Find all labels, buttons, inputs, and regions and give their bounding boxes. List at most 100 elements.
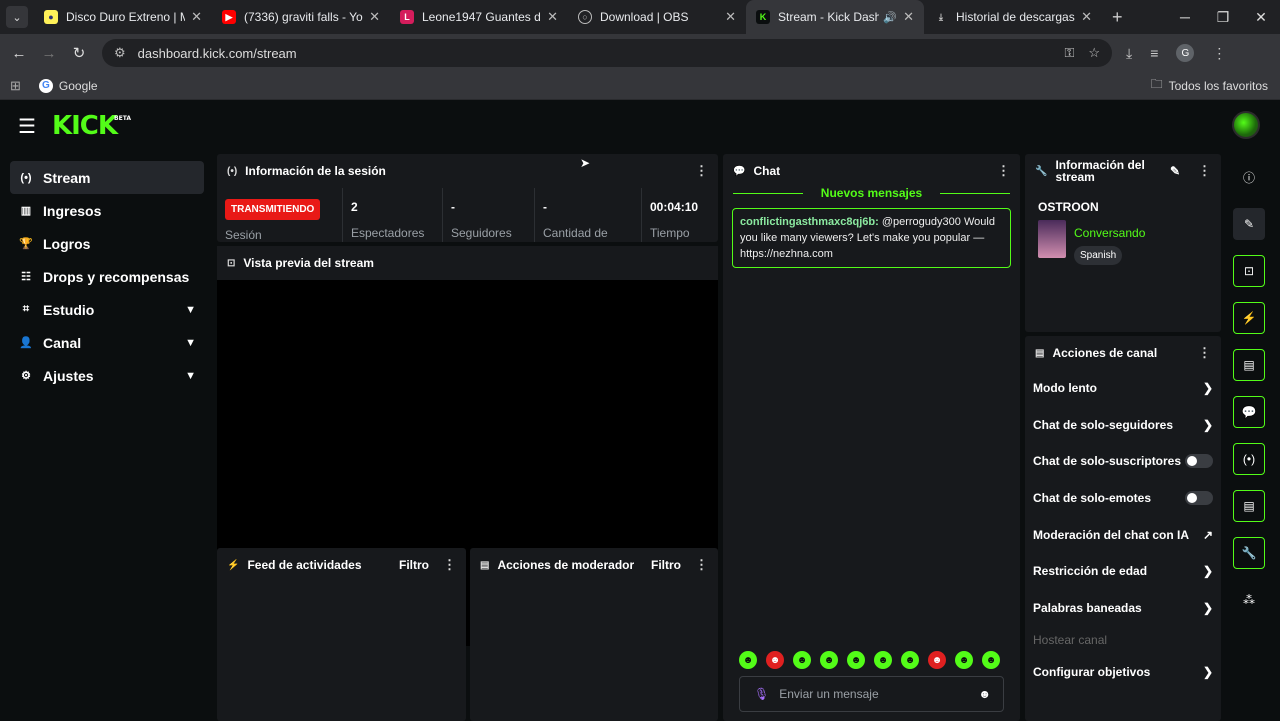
stream-title: OSTROON	[1038, 200, 1099, 214]
emote-icon[interactable]: ☻	[793, 651, 811, 669]
emote-icon[interactable]: ☻	[739, 651, 757, 669]
more-options-icon[interactable]: ⋮	[443, 557, 456, 573]
action-banned-words[interactable]: Palabras baneadas ❯	[1025, 590, 1221, 627]
chat-toggle-icon[interactable]: 💬	[1233, 396, 1265, 428]
more-options-icon[interactable]: ⋮	[695, 557, 708, 573]
edit-pencil-icon[interactable]: ✎	[1170, 164, 1180, 178]
filter-button[interactable]: Filtro	[651, 558, 681, 572]
close-tab-icon[interactable]: ✕	[547, 9, 558, 25]
info-icon[interactable]: ⓘ	[1233, 161, 1265, 193]
emote-icon[interactable]: ☻	[820, 651, 838, 669]
mod-actions-toggle-icon[interactable]: ▤	[1233, 349, 1265, 381]
minimize-icon[interactable]: ─	[1166, 9, 1204, 25]
address-bar[interactable]: ⚙ dashboard.kick.com/stream ⚿ ☆	[102, 39, 1112, 67]
action-age-restriction[interactable]: Restricción de edad ❯	[1025, 553, 1221, 590]
edit-layout-icon[interactable]: ✎	[1233, 208, 1265, 240]
stream-info-toggle-icon[interactable]: 🔧	[1233, 537, 1265, 569]
sidebar-item-drops[interactable]: ☷ Drops y recompensas	[10, 260, 204, 293]
bookmark-star-icon[interactable]: ☆	[1088, 45, 1100, 61]
hamburger-menu-icon[interactable]: ☰	[18, 114, 36, 139]
download-icon: ⤓	[939, 11, 943, 22]
new-tab-button[interactable]: +	[1112, 7, 1123, 28]
reload-icon[interactable]: ↻	[64, 44, 94, 62]
close-tab-icon[interactable]: ✕	[725, 9, 736, 25]
stream-icon: (•)	[20, 171, 32, 184]
browser-menu-icon[interactable]: ⋮	[1212, 45, 1226, 62]
browser-tab[interactable]: L Leone1947 Guantes de co ✕	[390, 0, 568, 34]
browser-tab-active[interactable]: K Stream - Kick Dashboa🔊 ✕	[746, 0, 924, 34]
browser-tab[interactable]: ⤓ Historial de descargas ✕	[924, 0, 1102, 34]
maximize-icon[interactable]: ❐	[1204, 9, 1242, 26]
browser-tab[interactable]: ▶ (7336) graviti falls - YouTub ✕	[212, 0, 390, 34]
action-slow-mode[interactable]: Modo lento ❯	[1025, 370, 1221, 407]
kick-logo[interactable]: KICK BETA	[52, 111, 131, 141]
sidebar-item-canal[interactable]: 👤 Canal ▼	[10, 326, 204, 359]
apps-grid-icon[interactable]: ⊞	[10, 78, 21, 94]
all-bookmarks-label: Todos los favoritos	[1168, 78, 1268, 93]
sidebar-item-stream[interactable]: (•) Stream	[10, 161, 204, 194]
stat-label: Sesión	[225, 228, 262, 242]
panel-title: Información del stream	[1055, 158, 1145, 184]
close-tab-icon[interactable]: ✕	[369, 9, 380, 25]
all-bookmarks-button[interactable]: 🗀 Todos los favoritos	[1151, 75, 1268, 96]
sidebar-item-ajustes[interactable]: ⚙ Ajustes ▼	[10, 359, 204, 392]
sidebar-item-logros[interactable]: 🏆 Logros	[10, 227, 204, 260]
emote-icon[interactable]: ☻	[874, 651, 892, 669]
emotes-only-toggle[interactable]	[1185, 491, 1213, 506]
forward-icon[interactable]: →	[34, 45, 64, 62]
media-control-icon[interactable]: ≡	[1150, 45, 1158, 61]
emote-icon[interactable]: ☻	[901, 651, 919, 669]
close-tab-icon[interactable]: ✕	[903, 9, 914, 25]
session-info-toggle-icon[interactable]: (•)	[1233, 443, 1265, 475]
close-window-icon[interactable]: ✕	[1242, 9, 1280, 26]
trophy-icon: 🏆	[19, 238, 33, 250]
more-options-icon[interactable]: ⋮	[695, 163, 708, 179]
site-info-icon[interactable]: ⚙	[114, 45, 126, 61]
stat-value: 2	[351, 200, 358, 214]
more-options-icon[interactable]: ⋮	[1198, 163, 1211, 179]
kick-dashboard: ☰ KICK BETA (•) Stream ▥ Ingresos 🏆 Logros ☷…	[0, 101, 1280, 721]
sidebar-item-estudio[interactable]: ⌗ Estudio ▼	[10, 293, 204, 326]
stream-preview-toggle-icon[interactable]: ⊡	[1233, 255, 1265, 287]
profile-avatar[interactable]: G	[1176, 44, 1195, 62]
browser-tab[interactable]: ○ Download | OBS ✕	[568, 0, 746, 34]
address-bar-row: ← → ↻ ⚙ dashboard.kick.com/stream ⚿ ☆ ⤓ ≡…	[0, 34, 1280, 72]
emote-icon[interactable]: ☻	[928, 651, 946, 669]
user-avatar[interactable]	[1232, 111, 1260, 139]
action-ai-moderation[interactable]: Moderación del chat con IA ↗	[1025, 516, 1221, 553]
more-options-icon[interactable]: ⋮	[1198, 345, 1211, 361]
emote-icon[interactable]: ☻	[982, 651, 1000, 669]
tab-search-button[interactable]: ⌄	[6, 6, 28, 28]
session-status: TRANSMITIENDO Sesión	[217, 188, 343, 242]
more-options-icon[interactable]: ⋮	[997, 163, 1010, 179]
subscribers-only-toggle[interactable]	[1185, 454, 1213, 469]
emoji-picker-icon[interactable]: ☻	[978, 687, 991, 701]
back-icon[interactable]: ←	[4, 45, 34, 62]
password-key-icon[interactable]: ⚿	[1064, 45, 1074, 61]
microphone-icon[interactable]: 🎙	[754, 687, 769, 701]
emote-icon[interactable]: ☻	[766, 651, 784, 669]
action-followers-only[interactable]: Chat de solo-seguidores ❯	[1025, 407, 1221, 444]
activity-feed-panel: ⚡ Feed de actividades Filtro ⋮	[217, 548, 466, 721]
channel-actions-toggle-icon[interactable]: ▤	[1233, 490, 1265, 522]
action-host-channel: Hostear canal	[1025, 626, 1221, 654]
browser-tab[interactable]: ● Disco Duro Extreno | Merc ✕	[34, 0, 212, 34]
bookmark-google[interactable]: G Google	[38, 78, 98, 93]
new-messages-indicator[interactable]: Nuevos mensajes	[723, 186, 1020, 200]
filter-button[interactable]: Filtro	[399, 558, 429, 572]
add-widget-icon[interactable]: ⁂	[1233, 584, 1265, 616]
category-name[interactable]: Conversando	[1074, 226, 1145, 240]
emote-icon[interactable]: ☻	[955, 651, 973, 669]
close-tab-icon[interactable]: ✕	[1081, 9, 1092, 25]
sidebar-item-ingresos[interactable]: ▥ Ingresos	[10, 194, 204, 227]
speaker-icon[interactable]: 🔊	[883, 11, 897, 24]
close-tab-icon[interactable]: ✕	[191, 9, 202, 25]
chat-input-placeholder: Enviar un mensaje	[779, 687, 879, 701]
emote-icon[interactable]: ☻	[847, 651, 865, 669]
chat-username[interactable]: conflictingasthmaxc8qj6b:	[740, 216, 879, 228]
downloads-icon[interactable]: ⤓	[1126, 45, 1132, 62]
chat-input[interactable]: 🎙 Enviar un mensaje ☻	[739, 676, 1004, 712]
action-configure-goals[interactable]: Configurar objetivos ❯	[1025, 654, 1221, 691]
activity-feed-toggle-icon[interactable]: ⚡	[1233, 302, 1265, 334]
tab-title: Leone1947 Guantes de co	[422, 10, 541, 24]
